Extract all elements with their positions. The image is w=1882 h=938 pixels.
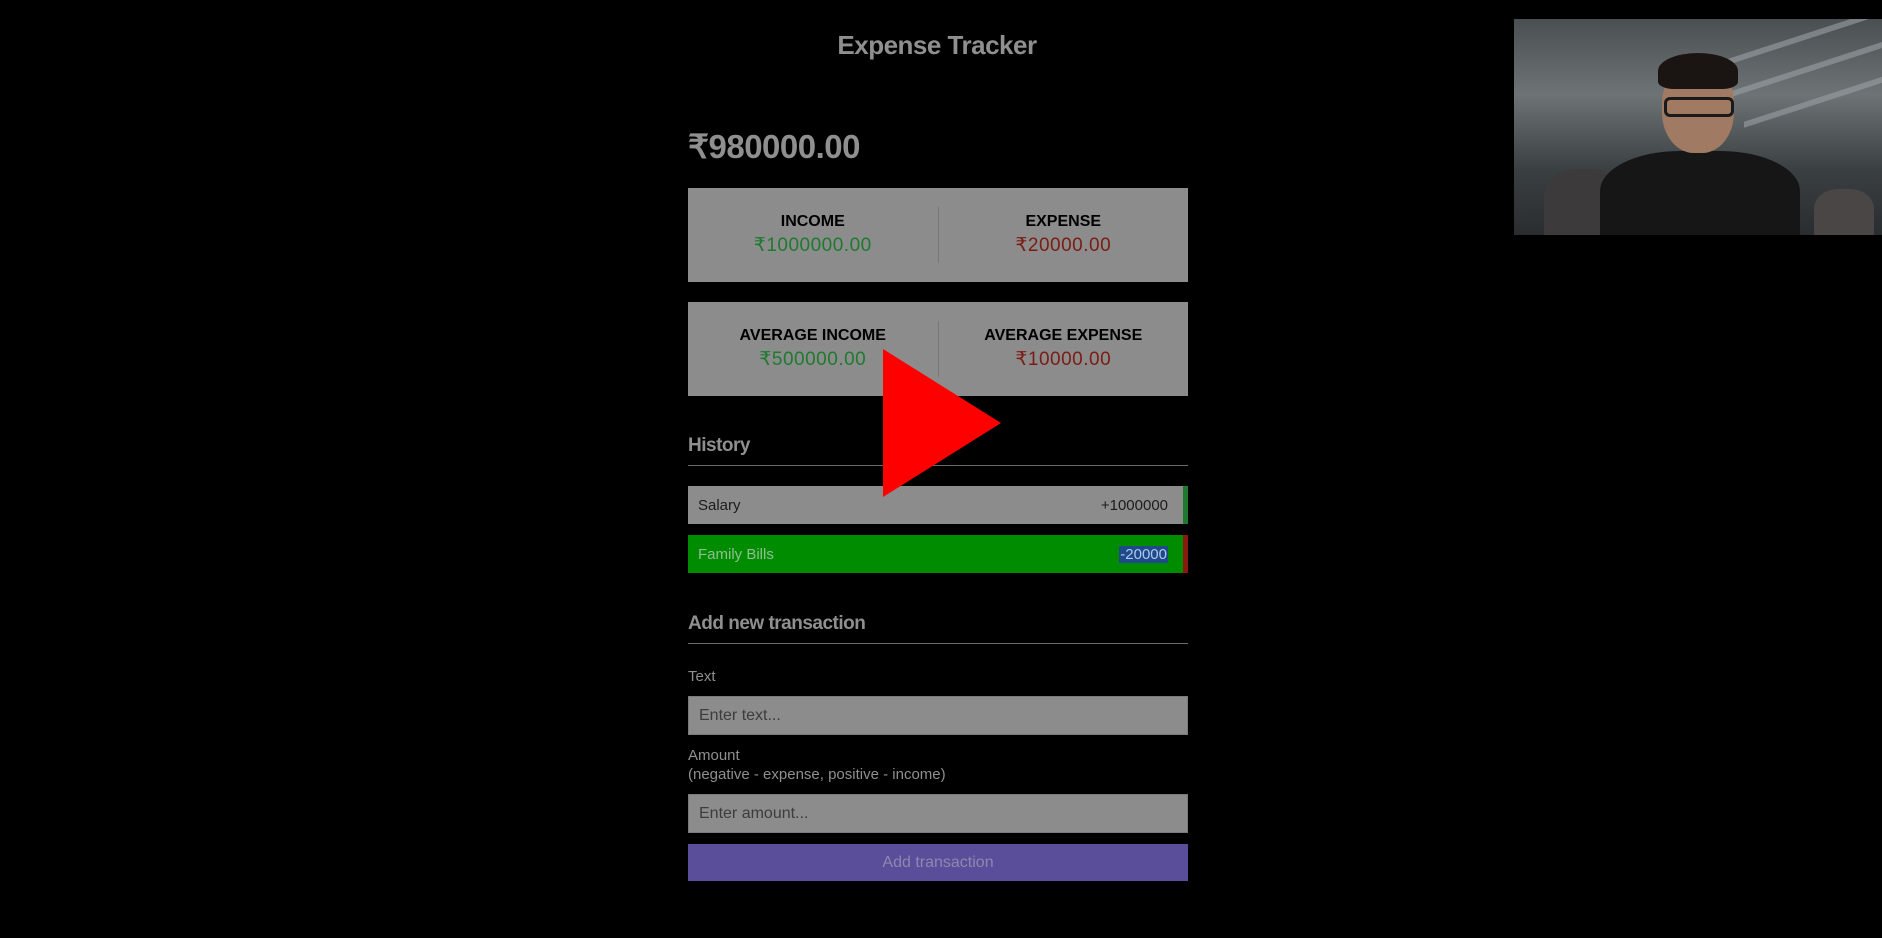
ceiling-stripe (1714, 41, 1882, 103)
text-field-label: Text (688, 668, 716, 685)
add-transaction-title: Add new transaction (688, 613, 1188, 644)
expense-value: ₹20000.00 (1015, 235, 1112, 256)
expense-label: EXPENSE (1025, 213, 1102, 230)
glasses (1664, 97, 1734, 117)
balance-value: ₹980000.00 (688, 128, 861, 165)
amount-input[interactable] (688, 794, 1188, 833)
income-expense-card: INCOME ₹1000000.00 EXPENSE ₹20000.00 (688, 188, 1188, 282)
income-column: INCOME ₹1000000.00 (688, 207, 938, 263)
income-value: ₹1000000.00 (753, 235, 872, 256)
amount-label: Amount (688, 747, 740, 764)
history-item-amount: -20000 (1119, 545, 1168, 563)
amount-hint: (negative - expense, positive - income) (688, 766, 946, 783)
add-transaction-button[interactable]: Add transaction (688, 844, 1188, 881)
history-item-text: Salary (698, 496, 741, 514)
person-hair (1658, 53, 1738, 89)
page: Expense Tracker ₹980000.00 INCOME ₹10000… (0, 0, 1882, 938)
avg-income-label: AVERAGE INCOME (739, 327, 886, 344)
person-body (1600, 151, 1800, 235)
amount-field-label: Amount (negative - expense, positive - i… (688, 746, 946, 784)
history-item-family-bills[interactable]: Family Bills -20000 (688, 535, 1188, 573)
income-label: INCOME (780, 213, 845, 230)
expense-column: EXPENSE ₹20000.00 (939, 207, 1189, 263)
text-input[interactable] (688, 696, 1188, 735)
background-person (1814, 189, 1874, 235)
play-icon[interactable] (883, 349, 1001, 497)
webcam-overlay (1514, 19, 1882, 235)
avg-expense-label: AVERAGE EXPENSE (984, 327, 1143, 344)
history-item-text: Family Bills (698, 545, 774, 563)
history-item-amount: +1000000 (1100, 496, 1168, 514)
